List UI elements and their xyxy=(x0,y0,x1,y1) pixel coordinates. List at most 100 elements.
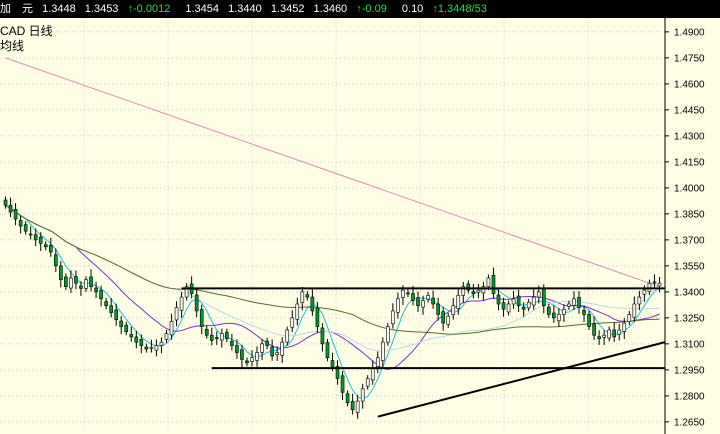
candle-body xyxy=(557,314,561,321)
candle-body xyxy=(199,309,204,327)
candle-body xyxy=(567,303,571,307)
instrument-name: 加 元 xyxy=(0,3,33,15)
candle-body xyxy=(612,329,617,338)
candle-body xyxy=(330,360,335,367)
candle-body xyxy=(38,236,43,244)
candle-body xyxy=(627,314,632,322)
candle-body xyxy=(426,295,430,300)
high-value: 1.3460 xyxy=(313,3,348,15)
symbol-label: CAD 日线 xyxy=(0,24,53,38)
candle-body xyxy=(64,276,68,287)
candle-body xyxy=(149,347,154,349)
candle-body xyxy=(99,290,103,300)
candle-body xyxy=(511,298,516,305)
tick-label: 1.4900 xyxy=(674,27,705,38)
candle-body xyxy=(305,294,310,298)
candle-body xyxy=(386,326,390,343)
tick-label: 1.3400 xyxy=(674,287,705,298)
series-line xyxy=(5,204,660,335)
candle-body xyxy=(486,277,491,287)
candle-body xyxy=(209,334,214,341)
candle-body xyxy=(411,293,415,301)
candle-body xyxy=(401,289,405,298)
candle-body xyxy=(471,291,476,294)
candle-body xyxy=(431,297,435,305)
candle-body xyxy=(325,342,330,359)
candle-body xyxy=(310,296,315,312)
candle-body xyxy=(174,307,179,321)
tick-label: 1.3100 xyxy=(674,339,705,350)
candle-body xyxy=(69,277,73,289)
open-value: 1.3454 xyxy=(185,3,220,15)
tick-label: 1.2650 xyxy=(674,417,705,428)
candle-body xyxy=(320,327,325,345)
candle-body xyxy=(501,302,506,310)
candle-body xyxy=(562,308,566,315)
candle-body xyxy=(154,345,159,351)
candle-body xyxy=(541,288,546,307)
candle-body xyxy=(179,296,184,311)
candle-body xyxy=(220,333,224,341)
candle-body xyxy=(230,341,234,346)
candle-body xyxy=(255,352,259,361)
candle-body xyxy=(245,360,249,364)
candle-body xyxy=(552,312,556,319)
candle-body xyxy=(250,357,254,362)
candle-body xyxy=(124,324,129,333)
candle-body xyxy=(265,340,269,346)
candle-body xyxy=(13,209,18,220)
candle-body xyxy=(235,345,239,353)
candle-body xyxy=(280,341,285,356)
candle-body xyxy=(204,329,209,336)
candlestick-chart: 1.4900 1.4750 1.4600 1.4450 1.4300 1.4150 1.40… xyxy=(0,18,705,434)
candle-body xyxy=(536,291,541,298)
candle-body xyxy=(28,233,33,236)
series-line xyxy=(5,204,660,352)
tick-label: 1.4300 xyxy=(674,131,705,142)
candle-body xyxy=(79,285,83,289)
candle-body xyxy=(587,314,591,327)
bid-value: 1.3448 xyxy=(42,3,76,15)
candle-body xyxy=(89,276,93,287)
candle-body xyxy=(421,300,425,308)
candle-body xyxy=(8,204,13,213)
candle-body xyxy=(169,321,174,336)
candle-body xyxy=(84,279,88,289)
candle-body xyxy=(526,301,531,309)
candle-body xyxy=(59,265,63,281)
candle-body xyxy=(300,291,305,303)
candle-body xyxy=(375,357,380,368)
candle-body xyxy=(602,334,606,338)
candle-body xyxy=(637,296,642,305)
candle-body xyxy=(360,388,365,402)
candle-body xyxy=(491,274,496,294)
candle-body xyxy=(295,303,300,320)
candle-body xyxy=(48,245,53,253)
candle-body xyxy=(109,305,113,313)
tick-label: 1.3550 xyxy=(674,261,705,272)
candle-body xyxy=(521,306,526,310)
candle-body xyxy=(451,305,456,316)
candle-body xyxy=(350,401,355,411)
candle-body xyxy=(225,331,229,339)
candle-body xyxy=(456,295,461,309)
candle-body xyxy=(214,337,219,339)
volume-value: 0.10 xyxy=(401,3,424,15)
change-value: ↑-0.0012 xyxy=(127,3,171,15)
change-pct-value: ↑-0.09 xyxy=(356,3,387,15)
candle-body xyxy=(129,334,134,338)
candle-body xyxy=(164,333,169,340)
candle-body xyxy=(74,276,78,284)
candle-body xyxy=(446,315,451,325)
tick-label: 1.3250 xyxy=(674,313,705,324)
candle-body xyxy=(270,346,274,357)
candle-body xyxy=(396,298,400,313)
candle-body xyxy=(345,393,350,404)
candle-body xyxy=(159,341,164,346)
candle-body xyxy=(94,287,98,293)
candle-body xyxy=(240,349,244,360)
candle-body xyxy=(547,306,551,315)
candle-body xyxy=(647,282,652,292)
tick-label: 1.4750 xyxy=(674,53,705,64)
candle-body xyxy=(476,289,481,293)
